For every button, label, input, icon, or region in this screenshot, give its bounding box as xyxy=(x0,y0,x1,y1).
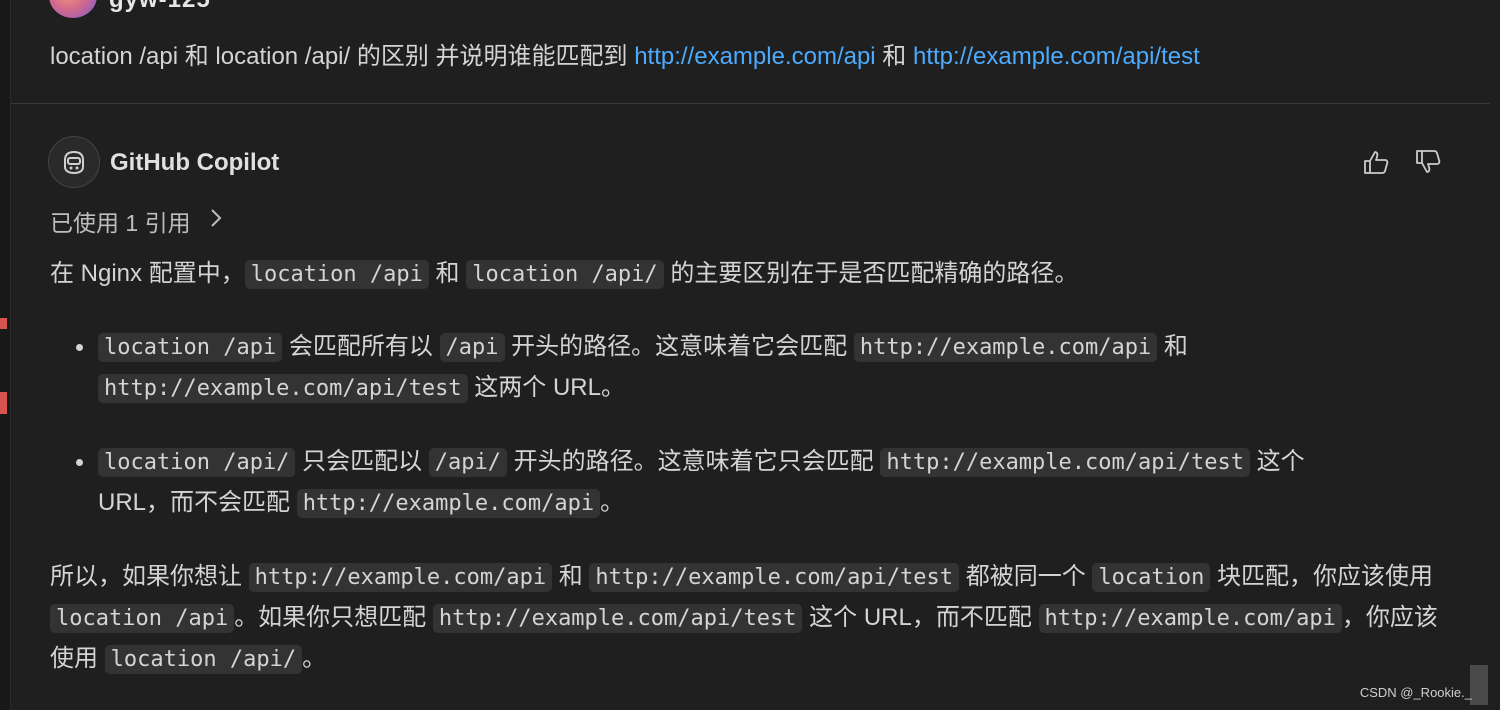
inline-code: location xyxy=(1092,563,1211,592)
inline-code: http://example.com/api/test xyxy=(880,448,1250,477)
user-message-text: location /api 和 location /api/ 的区别 并说明谁能… xyxy=(50,36,1200,71)
scrollbar-thumb[interactable] xyxy=(1470,665,1488,705)
text-span: 块匹配，你应该使用 xyxy=(1210,563,1434,590)
text-span: 所以，如果你想让 xyxy=(50,563,249,590)
references-toggle[interactable]: 已使用 1 引用 xyxy=(50,204,223,238)
text-span: 和 xyxy=(1157,333,1188,360)
reply-header: GitHub Copilot xyxy=(48,136,1448,188)
text-span: 都被同一个 xyxy=(959,563,1093,590)
user-message-mid: 和 xyxy=(875,43,913,70)
inline-code: location /api/ xyxy=(104,645,303,674)
inline-code: http://example.com/api/test xyxy=(589,563,960,592)
summary-paragraph: 所以，如果你想让 http://example.com/api 和 http:/… xyxy=(50,557,1450,680)
text-span: 只会匹配以 xyxy=(295,448,429,475)
intro-paragraph: 在 Nginx 配置中， location /api 和 location /ap… xyxy=(50,254,1450,295)
user-message: gyw-125 location /api 和 location /api/ 的… xyxy=(11,0,1490,104)
inline-code: http://example.com/api xyxy=(1038,604,1342,633)
list-item: location /api 会匹配所有以 /api 开头的路径。这意味着它会匹配… xyxy=(76,327,1450,409)
left-gutter xyxy=(0,0,11,710)
inline-code: http://example.com/api/test xyxy=(98,374,468,403)
text-span: 这个 URL，而不匹配 xyxy=(802,604,1039,631)
change-marker xyxy=(0,392,7,414)
inline-code: http://example.com/api xyxy=(296,489,601,518)
inline-code: http://example.com/api xyxy=(248,563,553,592)
references-label: 已使用 1 引用 xyxy=(50,210,191,236)
thumbs-down-icon[interactable] xyxy=(1410,144,1446,180)
inline-code: http://example.com/api xyxy=(853,333,1158,362)
copilot-icon xyxy=(48,136,100,188)
list-item: location /api/ 只会匹配以 /api/ 开头的路径。这意味着它只会… xyxy=(76,442,1450,524)
text-span: 。如果你只想匹配 xyxy=(234,604,433,631)
text-span: 和 xyxy=(552,563,590,590)
text-span: 开头的路径。这意味着它会匹配 xyxy=(504,333,854,360)
user-message-prefix: location /api 和 location /api/ 的区别 并说明谁能… xyxy=(50,43,635,70)
text-span: 这两个 URL。 xyxy=(467,374,625,401)
watermark: CSDN @_Rookie._ xyxy=(1359,685,1472,700)
reply-content: 在 Nginx 配置中， location /api 和 location /ap… xyxy=(50,254,1450,680)
inline-code: location /api/ xyxy=(98,448,296,477)
user-avatar[interactable] xyxy=(49,0,97,18)
change-marker xyxy=(0,318,7,329)
text-span: 的主要区别在于是否匹配精确的路径。 xyxy=(663,260,1079,287)
bullet-list: location /api 会匹配所有以 /api 开头的路径。这意味着它会匹配… xyxy=(76,327,1450,524)
inline-code: /api xyxy=(439,333,505,362)
inline-code: http://example.com/api/test xyxy=(432,604,803,633)
user-name: gyw-125 xyxy=(109,0,211,14)
reply-author: GitHub Copilot xyxy=(110,149,280,176)
example-api-test-link[interactable]: http://example.com/api/test xyxy=(913,43,1200,70)
text-span: 在 Nginx 配置中， xyxy=(50,260,245,287)
thumbs-up-icon[interactable] xyxy=(1358,144,1394,180)
inline-code: location /api xyxy=(50,604,235,633)
text-span: 。 xyxy=(302,645,327,672)
inline-code: /api/ xyxy=(428,448,508,477)
example-api-link[interactable]: http://example.com/api xyxy=(634,43,875,70)
text-span: 会匹配所有以 xyxy=(282,333,440,360)
inline-code: location /api xyxy=(98,333,283,362)
text-span: 开头的路径。这意味着它只会匹配 xyxy=(507,448,881,475)
inline-code: location /api xyxy=(244,260,429,289)
text-span: 和 xyxy=(428,260,467,287)
chevron-right-icon xyxy=(209,207,223,235)
text-span: 。 xyxy=(600,489,625,516)
inline-code: location /api/ xyxy=(466,260,664,289)
